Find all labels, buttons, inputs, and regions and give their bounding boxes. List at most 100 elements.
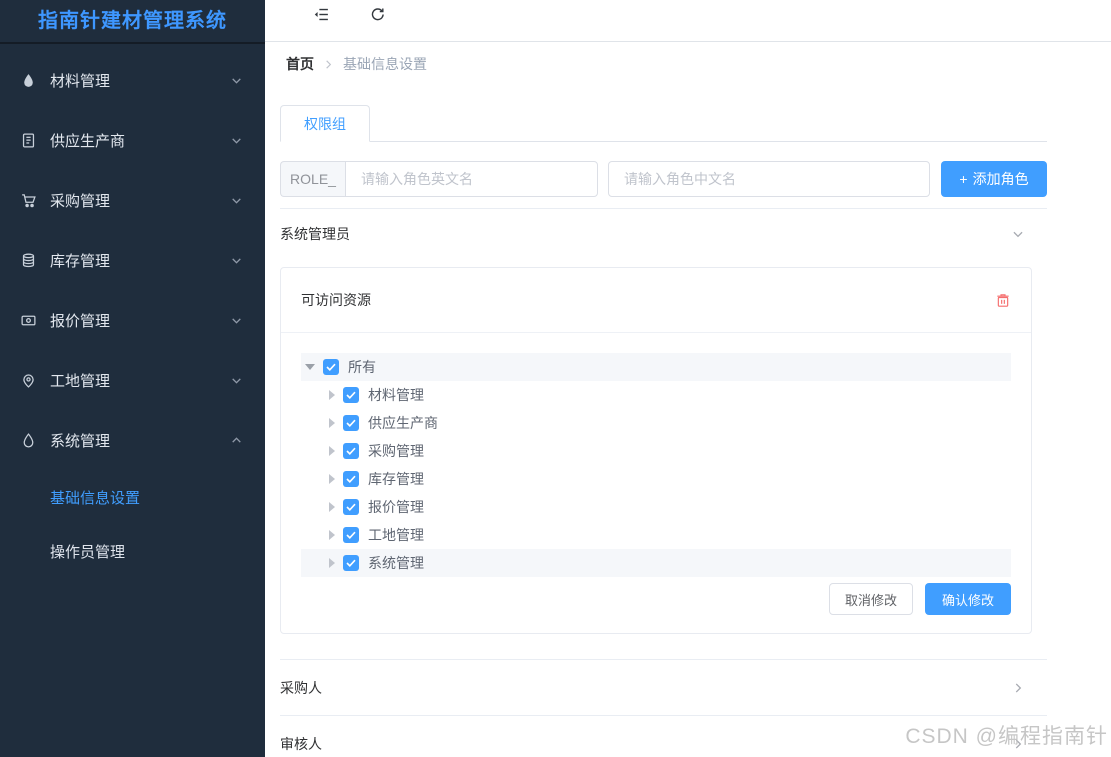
sidebar-item-label: 材料管理 — [50, 72, 111, 90]
cart-icon — [20, 192, 37, 209]
tree-node-label: 工地管理 — [368, 527, 424, 543]
role-group-buyer: 采购人 — [280, 660, 1047, 716]
cancel-changes-button[interactable]: 取消修改 — [828, 583, 913, 615]
caret-right-icon[interactable] — [329, 418, 335, 428]
content: 权限组 ROLE_ + 添加角色 系统管理员 — [265, 105, 1111, 757]
database-icon — [20, 252, 37, 269]
breadcrumb-home[interactable]: 首页 — [286, 54, 314, 74]
caret-down-icon[interactable] — [305, 364, 315, 370]
role-group-title: 系统管理员 — [280, 226, 350, 242]
tree-node-materials[interactable]: 材料管理 — [301, 381, 1011, 409]
submenu-item-label: 基础信息设置 — [50, 489, 141, 507]
tree-node-label: 报价管理 — [368, 499, 424, 515]
chevron-down-icon — [230, 194, 243, 207]
sidebar-item-purchasing[interactable]: 采购管理 — [0, 170, 265, 230]
app-window: 指南针建材管理系统 材料管理 供应生产商 采购管理 库存管理 报价管理 工地管理… — [0, 0, 1111, 757]
drop-icon — [20, 72, 37, 89]
chevron-down-icon — [230, 134, 243, 147]
role-english-name-input[interactable] — [345, 161, 598, 197]
role-group-admin-body: 可访问资源 所有 材料管理 供应生产商 采购管理 库存管理 报价管理 工地管理 … — [280, 259, 1047, 659]
chevron-right-icon — [323, 59, 334, 70]
main-area: 首页 基础信息设置 权限组 ROLE_ + 添加角色 — [265, 0, 1111, 757]
tree-node-label: 供应生产商 — [368, 415, 438, 431]
resources-panel-header: 可访问资源 — [281, 268, 1031, 333]
chevron-down-icon — [230, 254, 243, 267]
drop-outline-icon — [20, 432, 37, 449]
chevron-down-icon — [230, 314, 243, 327]
chevron-down-icon — [230, 74, 243, 87]
tree-node-label: 采购管理 — [368, 443, 424, 459]
tree-node-label: 系统管理 — [368, 555, 424, 571]
role-group-auditor: 审核人 — [280, 716, 1047, 757]
tree-node-all[interactable]: 所有 — [301, 353, 1011, 381]
checkbox-checked-icon[interactable] — [343, 387, 359, 403]
sidebar-item-label: 库存管理 — [50, 252, 111, 270]
sidebar-item-worksites[interactable]: 工地管理 — [0, 350, 265, 410]
caret-right-icon[interactable] — [329, 446, 335, 456]
role-group-title: 审核人 — [280, 735, 322, 752]
role-chinese-name-input[interactable] — [608, 161, 930, 197]
caret-right-icon[interactable] — [329, 502, 335, 512]
sidebar-item-suppliers[interactable]: 供应生产商 — [0, 110, 265, 170]
chevron-down-icon — [1011, 227, 1025, 241]
caret-right-icon[interactable] — [329, 558, 335, 568]
notebook-icon — [20, 132, 37, 149]
breadcrumb: 首页 基础信息设置 — [265, 42, 1111, 86]
breadcrumb-current: 基础信息设置 — [343, 56, 427, 72]
sidebar-item-label: 系统管理 — [50, 432, 111, 450]
checkbox-checked-icon[interactable] — [343, 443, 359, 459]
tree-node-suppliers[interactable]: 供应生产商 — [301, 409, 1011, 437]
checkbox-checked-icon[interactable] — [323, 359, 339, 375]
role-group-admin: 系统管理员 可访问资源 所有 材料管理 供应生产商 采购管理 库存管理 报价管理… — [280, 209, 1047, 660]
sidebar: 指南针建材管理系统 材料管理 供应生产商 采购管理 库存管理 报价管理 工地管理… — [0, 0, 265, 757]
sidebar-item-basic-info-settings[interactable]: 基础信息设置 — [0, 470, 265, 524]
chevron-right-icon — [1011, 681, 1025, 695]
checkbox-checked-icon[interactable] — [343, 471, 359, 487]
plus-icon: + — [959, 171, 968, 187]
role-group-admin-header[interactable]: 系统管理员 — [280, 209, 1047, 259]
role-group-title: 采购人 — [280, 679, 322, 696]
confirm-changes-button[interactable]: 确认修改 — [924, 583, 1011, 615]
sidebar-item-quotes[interactable]: 报价管理 — [0, 290, 265, 350]
caret-right-icon[interactable] — [329, 530, 335, 540]
tree-node-inventory[interactable]: 库存管理 — [301, 465, 1011, 493]
sidebar-item-system[interactable]: 系统管理 — [0, 410, 265, 470]
sidebar-item-materials[interactable]: 材料管理 — [0, 50, 265, 110]
sidebar-item-inventory[interactable]: 库存管理 — [0, 230, 265, 290]
resources-panel-title: 可访问资源 — [301, 292, 371, 308]
caret-right-icon[interactable] — [329, 390, 335, 400]
role-group-auditor-header[interactable]: 审核人 — [280, 716, 1047, 757]
fold-icon[interactable] — [313, 6, 330, 23]
app-title: 指南针建材管理系统 — [0, 0, 265, 44]
checkbox-checked-icon[interactable] — [343, 527, 359, 543]
tree-node-worksites[interactable]: 工地管理 — [301, 521, 1011, 549]
resources-tree: 所有 材料管理 供应生产商 采购管理 库存管理 报价管理 工地管理 系统管理 取… — [281, 333, 1031, 633]
tree-node-label: 库存管理 — [368, 471, 424, 487]
role-prefix-label: ROLE_ — [280, 161, 345, 197]
role-group-buyer-header[interactable]: 采购人 — [280, 660, 1047, 715]
tree-node-quotes[interactable]: 报价管理 — [301, 493, 1011, 521]
tree-action-row: 取消修改 确认修改 — [301, 583, 1011, 615]
pin-icon — [20, 372, 37, 389]
tree-node-label: 材料管理 — [368, 387, 424, 403]
sidebar-item-label: 采购管理 — [50, 192, 111, 210]
checkbox-checked-icon[interactable] — [343, 415, 359, 431]
trash-icon[interactable] — [995, 292, 1011, 309]
tree-node-label: 所有 — [348, 359, 376, 375]
tree-node-purchasing[interactable]: 采购管理 — [301, 437, 1011, 465]
chevron-down-icon — [230, 374, 243, 387]
tree-node-system[interactable]: 系统管理 — [301, 549, 1011, 577]
checkbox-checked-icon[interactable] — [343, 555, 359, 571]
resources-panel: 可访问资源 所有 材料管理 供应生产商 采购管理 库存管理 报价管理 工地管理 … — [280, 267, 1032, 634]
submenu-item-label: 操作员管理 — [50, 543, 126, 561]
role-collapse-list: 系统管理员 可访问资源 所有 材料管理 供应生产商 采购管理 库存管理 报价管理… — [280, 208, 1047, 757]
refresh-icon[interactable] — [369, 6, 386, 23]
checkbox-checked-icon[interactable] — [343, 499, 359, 515]
caret-right-icon[interactable] — [329, 474, 335, 484]
topbar — [265, 0, 1111, 42]
add-role-button[interactable]: + 添加角色 — [941, 161, 1047, 197]
sidebar-item-operator-management[interactable]: 操作员管理 — [0, 524, 265, 578]
bill-icon — [20, 312, 37, 329]
tab-permission-groups[interactable]: 权限组 — [280, 105, 370, 142]
chevron-right-icon — [1011, 737, 1025, 751]
